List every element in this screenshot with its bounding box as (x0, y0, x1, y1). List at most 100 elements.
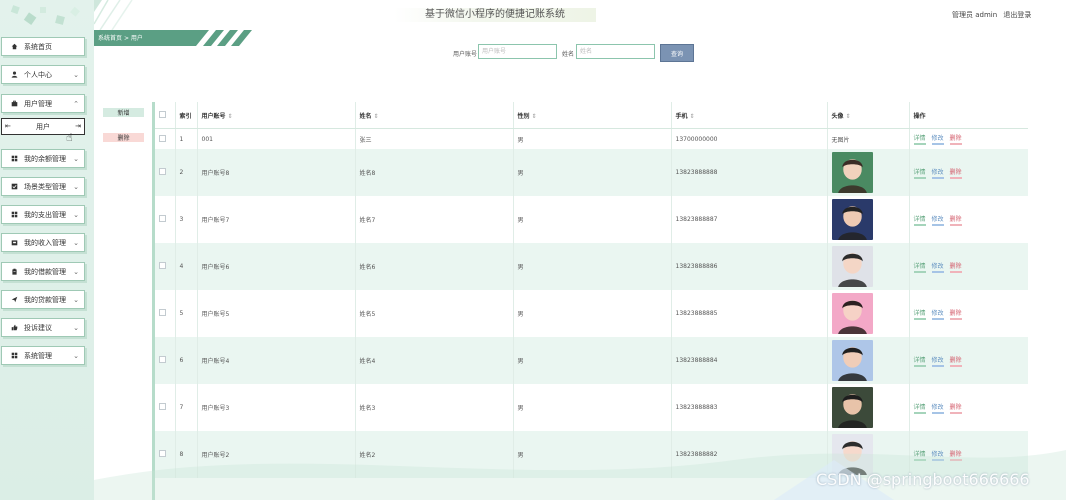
cell-name: 张三 (355, 128, 514, 149)
edit-link[interactable]: 修改 (931, 449, 944, 461)
add-button[interactable]: 新增 (103, 108, 144, 117)
avatar-image (831, 340, 873, 381)
row-select-cell[interactable] (155, 149, 176, 196)
detail-link[interactable]: 详情 (913, 449, 926, 461)
edit-link[interactable]: 修改 (931, 402, 944, 414)
delete-link[interactable]: 删除 (949, 214, 962, 226)
sidebar-item-6[interactable]: 我的支出管理 ⌄ (1, 205, 85, 224)
sidebar-item-label: 系统管理 (24, 351, 52, 360)
edit-link[interactable]: 修改 (931, 355, 944, 367)
cell-name: 姓名8 (355, 149, 514, 196)
header-avatar[interactable]: 头像 ⇕ (827, 102, 910, 129)
row-select-cell[interactable] (155, 290, 176, 337)
table-row: 7 用户账号3 姓名3 男 13823888883 详情 修改 删除 (155, 384, 1028, 431)
sort-icon[interactable]: ⇕ (846, 113, 851, 120)
name-search-input[interactable] (576, 44, 655, 59)
chevron-down-icon: ⌄ (73, 70, 79, 79)
row-select-cell[interactable] (155, 243, 176, 290)
delete-link[interactable]: 删除 (949, 167, 962, 179)
logout-link[interactable]: 退出登录 (1003, 11, 1031, 19)
row-checkbox[interactable] (159, 450, 166, 457)
sort-icon[interactable]: ⇕ (690, 113, 695, 120)
detail-link[interactable]: 详情 (913, 308, 926, 320)
edit-link[interactable]: 修改 (931, 308, 944, 320)
delete-link[interactable]: 删除 (949, 449, 962, 461)
avatar-image (831, 293, 873, 334)
header-gender[interactable]: 性别 ⇕ (513, 102, 672, 129)
header-name[interactable]: 姓名 ⇕ (355, 102, 514, 129)
breadcrumb: 系统首页 > 用户 (98, 33, 143, 42)
cell-phone: 13823888886 (671, 243, 828, 290)
sidebar-item-4[interactable]: 我的余额管理 ⌄ (1, 149, 85, 168)
table-row: 2 用户账号8 姓名8 男 13823888888 详情 修改 删除 (155, 149, 1028, 196)
row-select-cell[interactable] (155, 431, 176, 478)
detail-link[interactable]: 详情 (913, 355, 926, 367)
detail-link[interactable]: 详情 (913, 167, 926, 179)
cell-account: 用户账号6 (197, 243, 356, 290)
account-search-input[interactable] (478, 44, 557, 59)
detail-link[interactable]: 详情 (913, 133, 926, 145)
detail-link[interactable]: 详情 (913, 214, 926, 226)
sort-icon[interactable]: ⇕ (374, 113, 379, 120)
delete-link[interactable]: 删除 (949, 355, 962, 367)
row-checkbox[interactable] (159, 403, 166, 410)
user-table: 索引 用户账号 ⇕ 姓名 ⇕ 性别 ⇕ 手机 ⇕ 头像 ⇕ 操作 1 001 张三男 13700… (152, 102, 1028, 500)
cell-avatar: 无图片 (827, 128, 910, 149)
select-all-checkbox[interactable] (159, 110, 166, 118)
inbox-icon (8, 239, 20, 246)
row-checkbox[interactable] (159, 309, 166, 316)
row-select-cell[interactable] (155, 384, 176, 431)
breadcrumb-separator: > (123, 35, 129, 42)
avatar-image (831, 387, 873, 428)
delete-link[interactable]: 删除 (949, 308, 962, 320)
avatar-image (831, 199, 873, 240)
arrow-left-icon: ⇤ (5, 122, 11, 130)
row-checkbox[interactable] (159, 134, 166, 142)
delete-link[interactable]: 删除 (949, 261, 962, 273)
breadcrumb-home[interactable]: 系统首页 (98, 35, 122, 42)
row-checkbox[interactable] (159, 215, 166, 222)
search-button[interactable]: 查询 (660, 44, 694, 62)
delete-link[interactable]: 删除 (949, 133, 962, 145)
cell-gender: 男 (513, 128, 672, 149)
cell-account: 用户账号7 (197, 196, 356, 243)
delete-link[interactable]: 删除 (949, 402, 962, 414)
header-gender-label: 性别 (517, 112, 530, 120)
row-select-cell[interactable] (155, 337, 176, 384)
batch-delete-button[interactable]: 删除 (103, 133, 144, 142)
sidebar-item-10[interactable]: 投诉建议 ⌄ (1, 318, 85, 337)
avatar-image (831, 434, 873, 475)
sidebar-item-11[interactable]: 系统管理 ⌄ (1, 346, 85, 365)
edit-link[interactable]: 修改 (931, 214, 944, 226)
edit-link[interactable]: 修改 (931, 261, 944, 273)
breadcrumb-current: 用户 (130, 35, 143, 42)
sidebar-item-9[interactable]: 我的贷款管理 ⌄ (1, 290, 85, 309)
detail-link[interactable]: 详情 (913, 402, 926, 414)
sort-icon[interactable]: ⇕ (228, 113, 233, 120)
edit-link[interactable]: 修改 (931, 167, 944, 179)
chevron-down-icon: ⌄ (73, 267, 79, 276)
header-phone[interactable]: 手机 ⇕ (671, 102, 828, 129)
sidebar-item-1[interactable]: 系统首页 (1, 37, 85, 56)
cell-ops: 详情 修改 删除 (909, 149, 1028, 196)
cell-gender: 男 (513, 243, 672, 290)
cell-avatar (827, 384, 910, 431)
sidebar-item-8[interactable]: 我的借款管理 ⌄ (1, 262, 85, 281)
row-select-cell[interactable] (155, 196, 176, 243)
detail-link[interactable]: 详情 (913, 261, 926, 273)
row-select-cell[interactable] (155, 128, 176, 149)
edit-link[interactable]: 修改 (931, 133, 944, 145)
sidebar-item-2[interactable]: 个人中心 ⌄ (1, 65, 85, 84)
sidebar-item-7[interactable]: 我的收入管理 ⌄ (1, 233, 85, 252)
submenu-item-user[interactable]: ⇤ 用户 ⇥ ☝ (1, 118, 85, 144)
sidebar-item-3[interactable]: 用户管理 ⌃ (1, 94, 85, 113)
avatar-image (831, 246, 873, 287)
header-select-all[interactable] (155, 102, 176, 129)
sort-icon[interactable]: ⇕ (532, 113, 537, 120)
row-checkbox[interactable] (159, 262, 166, 269)
header-account[interactable]: 用户账号 ⇕ (197, 102, 356, 129)
cell-index: 7 (175, 384, 198, 431)
sidebar-item-5[interactable]: 场景类型管理 ⌄ (1, 177, 85, 196)
row-checkbox[interactable] (159, 356, 166, 363)
row-checkbox[interactable] (159, 168, 166, 175)
